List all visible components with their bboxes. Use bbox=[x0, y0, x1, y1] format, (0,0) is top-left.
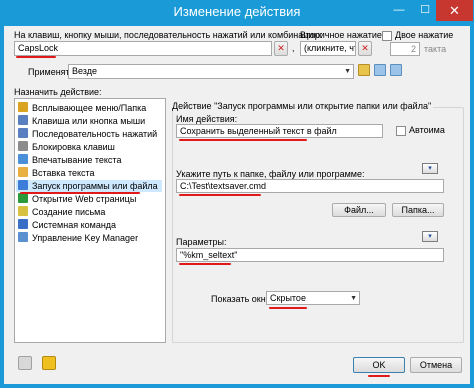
action-type-list[interactable]: Всплывающее меню/Папка Клавиша или кнопк… bbox=[14, 98, 166, 343]
ok-button[interactable]: OK bbox=[353, 357, 405, 373]
path-underline bbox=[179, 194, 261, 196]
lock-icon bbox=[18, 141, 28, 151]
list-item[interactable]: Всплывающее меню/Папка bbox=[18, 102, 146, 114]
assign-action-label: Назначить действие: bbox=[14, 87, 102, 97]
help-icon[interactable] bbox=[42, 356, 56, 370]
list-item[interactable]: Создание письма bbox=[18, 206, 105, 218]
list-item[interactable]: Системная команда bbox=[18, 219, 116, 231]
selected-item-underline bbox=[20, 192, 140, 194]
params-underline bbox=[179, 263, 231, 265]
keyboard-icon bbox=[18, 115, 28, 125]
action-group-title: Действие "Запуск программы или открытие … bbox=[170, 101, 434, 111]
dialog-client-area: На клавиш, кнопку мыши, последовательнос… bbox=[4, 26, 470, 384]
list-item-selected[interactable]: Запуск программы или файла bbox=[16, 180, 162, 192]
double-press-label: Двое нажатие bbox=[395, 30, 454, 40]
system-icon bbox=[18, 219, 28, 229]
list-item[interactable]: Блокировка клавиш bbox=[18, 141, 115, 153]
action-name-underline bbox=[179, 139, 307, 141]
file-button[interactable]: Файл... bbox=[332, 203, 386, 217]
apply-folder-icon[interactable] bbox=[358, 64, 370, 76]
run-icon bbox=[18, 180, 28, 190]
mail-icon bbox=[18, 206, 28, 216]
show-window-underline bbox=[269, 307, 307, 309]
folder-icon bbox=[18, 102, 28, 112]
ok-underline bbox=[368, 375, 390, 377]
list-item[interactable]: Впечатывание текста bbox=[18, 154, 121, 166]
web-icon bbox=[18, 193, 28, 203]
action-name-label: Имя действия: bbox=[176, 114, 238, 124]
dialog-window: Изменение действия — ☐ ✕ На клавиш, кноп… bbox=[0, 0, 474, 388]
title-bar[interactable]: Изменение действия — ☐ ✕ bbox=[0, 0, 474, 26]
show-window-value: Скрытое bbox=[270, 293, 306, 303]
tact-unit-label: такта bbox=[424, 44, 447, 54]
list-item[interactable]: Управление Key Manager bbox=[18, 232, 138, 244]
path-macro-button[interactable]: ▾ bbox=[422, 163, 438, 174]
double-press-checkbox[interactable] bbox=[382, 31, 392, 41]
list-item[interactable]: Последовательность нажатий bbox=[18, 128, 157, 140]
show-window-select[interactable]: Скрытое ▼ bbox=[266, 291, 360, 305]
apply-select[interactable]: Везде ▼ bbox=[68, 64, 354, 79]
minimize-button[interactable]: — bbox=[386, 0, 412, 21]
list-item[interactable]: Вставка текста bbox=[18, 167, 95, 179]
paste-icon bbox=[18, 167, 28, 177]
close-button[interactable]: ✕ bbox=[436, 0, 473, 21]
manager-icon bbox=[18, 232, 28, 242]
second-press-label: Вторичное нажатие: bbox=[300, 30, 385, 40]
folder-button[interactable]: Папка... bbox=[392, 203, 444, 217]
chevron-down-icon: ▼ bbox=[350, 295, 357, 302]
hotkey-underline bbox=[16, 56, 56, 58]
path-field[interactable]: C:\Test\textsaver.cmd bbox=[176, 179, 444, 193]
hotkey-field[interactable]: CapsLock bbox=[14, 41, 272, 56]
text-icon bbox=[18, 154, 28, 164]
path-label: Укажите путь к папке, файлу или программ… bbox=[176, 169, 365, 179]
params-field[interactable]: "%km_seltext" bbox=[176, 248, 444, 262]
hotkey-clear-button[interactable]: ✕ bbox=[274, 41, 288, 56]
cancel-button[interactable]: Отмена bbox=[410, 357, 462, 373]
apply-window-list-icon[interactable] bbox=[390, 64, 402, 76]
params-label: Параметры: bbox=[176, 237, 227, 247]
apply-select-value: Везде bbox=[72, 66, 97, 76]
maximize-button[interactable]: ☐ bbox=[412, 0, 438, 21]
tact-count-field[interactable]: 2 bbox=[390, 42, 420, 56]
params-macro-button[interactable]: ▾ bbox=[422, 231, 438, 242]
action-name-field[interactable]: Сохранить выделенный текст в файл bbox=[176, 124, 383, 138]
second-press-field[interactable]: (кликните, что bbox=[300, 41, 356, 56]
second-press-clear-button[interactable]: ✕ bbox=[358, 41, 372, 56]
list-item[interactable]: Открытие Web страницы bbox=[18, 193, 136, 205]
list-item[interactable]: Клавиша или кнопка мыши bbox=[18, 115, 145, 127]
autorun-label: Автоима bbox=[409, 125, 445, 135]
show-window-label: Показать окно bbox=[211, 294, 271, 304]
chevron-down-icon: ▼ bbox=[344, 68, 351, 75]
hotkey-comma: , bbox=[292, 43, 295, 53]
hotkey-label: На клавиш, кнопку мыши, последовательнос… bbox=[14, 30, 323, 40]
lock-icon[interactable] bbox=[18, 356, 32, 370]
apply-window-icon[interactable] bbox=[374, 64, 386, 76]
keys-icon bbox=[18, 128, 28, 138]
autorun-checkbox[interactable] bbox=[396, 126, 406, 136]
action-group-box bbox=[172, 107, 464, 343]
